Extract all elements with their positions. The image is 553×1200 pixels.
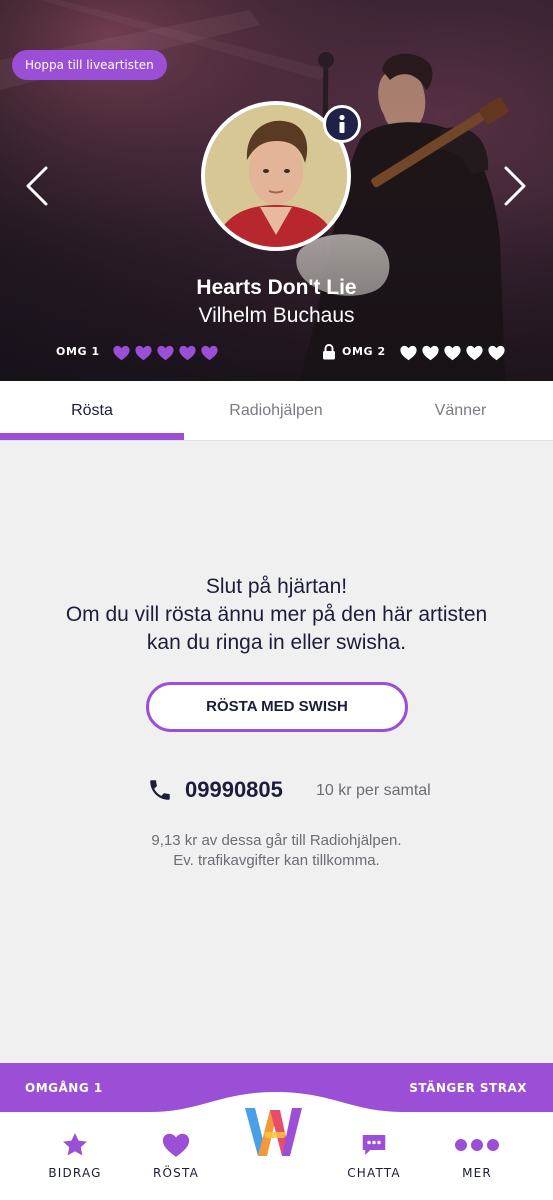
tab-rosta[interactable]: Rösta <box>0 381 184 441</box>
nav-bidrag-label: BIDRAG <box>48 1166 102 1180</box>
heart-icon <box>179 345 196 361</box>
phone-icon <box>150 780 170 800</box>
call-cost: 10 kr per samtal <box>316 782 431 799</box>
chat-icon <box>362 1135 386 1155</box>
nav-rosta[interactable]: RÖSTA <box>131 1130 221 1180</box>
fees-note: Ev. trafikavgifter kan tillkomma. <box>173 852 380 869</box>
jump-to-live-artist-button[interactable]: Hoppa till liveartisten <box>12 50 167 80</box>
round1-label: OMG 1 <box>56 345 100 358</box>
heart-icon <box>444 345 461 361</box>
tab-vanner[interactable]: Vänner <box>368 381 553 441</box>
heart-icon <box>135 345 152 361</box>
out-of-hearts-text-line1: Om du vill rösta ännu mer på den här art… <box>65 603 488 626</box>
tab-bar: Rösta Radiohjälpen Vänner <box>0 381 553 441</box>
heart-icon <box>488 345 505 361</box>
out-of-hearts-text-line2: kan du ringa in eller swisha. <box>146 631 407 654</box>
heart-icon <box>157 345 174 361</box>
nav-bidrag[interactable]: BIDRAG <box>30 1130 120 1180</box>
nav-chatta[interactable]: CHATTA <box>329 1130 419 1180</box>
round2-label: OMG 2 <box>342 345 386 358</box>
vote-with-swish-button[interactable]: RÖSTA MED SWISH <box>146 682 408 732</box>
artist-name: Vilhelm Buchaus <box>198 304 355 327</box>
more-dots-icon <box>455 1139 499 1151</box>
heart-icon <box>466 345 483 361</box>
previous-artist-button[interactable] <box>22 164 52 208</box>
lock-icon <box>323 344 335 360</box>
nav-chatta-label: CHATTA <box>347 1166 401 1180</box>
nav-mer[interactable]: MER <box>432 1130 522 1180</box>
heart-icon <box>113 345 130 361</box>
star-icon <box>63 1133 87 1156</box>
phone-number-link[interactable]: 09990805 <box>185 777 283 803</box>
out-of-hearts-heading: Slut på hjärtan! <box>205 575 348 598</box>
heart-icon <box>400 345 417 361</box>
heart-icon <box>422 345 439 361</box>
next-artist-button[interactable] <box>500 164 530 208</box>
artist-info-button[interactable] <box>323 105 361 143</box>
info-icon <box>339 114 345 133</box>
chevron-right-icon <box>504 166 526 206</box>
heart-icon <box>162 1133 190 1157</box>
active-tab-indicator <box>0 433 184 440</box>
round2-hearts <box>399 344 506 361</box>
heart-icon <box>201 345 218 361</box>
chevron-left-icon <box>26 166 48 206</box>
tab-radiohjalpen[interactable]: Radiohjälpen <box>184 381 368 441</box>
donation-note: 9,13 kr av dessa går till Radiohjälpen. <box>151 832 402 849</box>
nav-mer-label: MER <box>462 1166 492 1180</box>
song-title: Hearts Don't Lie <box>196 276 357 299</box>
melodifestivalen-logo-icon[interactable] <box>240 1098 310 1168</box>
round1-hearts <box>112 344 219 361</box>
nav-rosta-label: RÖSTA <box>152 1166 199 1180</box>
